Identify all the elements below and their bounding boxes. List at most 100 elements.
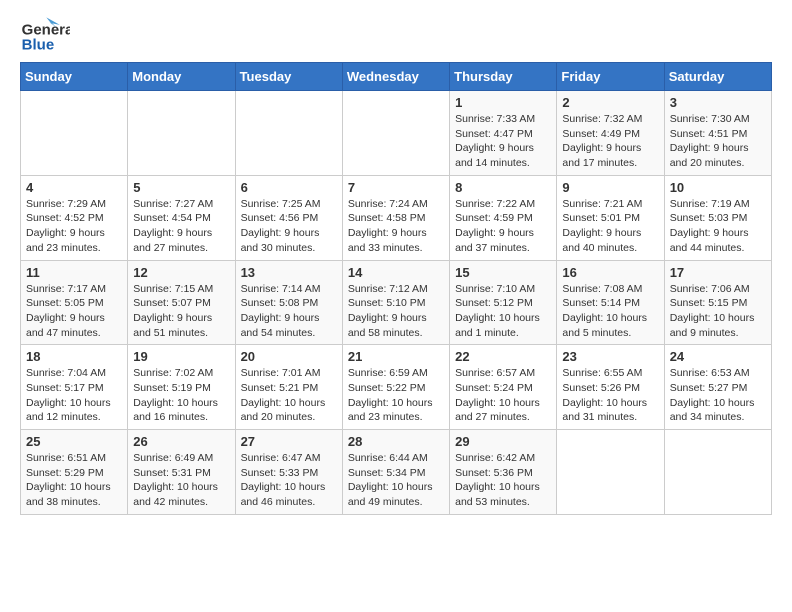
calendar-cell: 1 Sunrise: 7:33 AM Sunset: 4:47 PM Daylig… <box>450 91 557 176</box>
day-of-week-header: Tuesday <box>235 63 342 91</box>
logo: General Blue <box>20 16 70 56</box>
calendar-cell: 25Sunrise: 6:51 AM Sunset: 5:29 PM Dayli… <box>21 430 128 515</box>
calendar-cell: 12 Sunrise: 7:15 AM Sunset: 5:07 PM Dayli… <box>128 260 235 345</box>
calendar-cell: 20Sunrise: 7:01 AM Sunset: 5:21 PM Dayli… <box>235 345 342 430</box>
cell-detail: Sunrise: 7:29 AM Sunset: 4:52 PM Dayligh… <box>26 197 122 256</box>
calendar-cell: 22 Sunrise: 6:57 AM Sunset: 5:24 PM Dayli… <box>450 345 557 430</box>
calendar-cell <box>557 430 664 515</box>
calendar-cell: 24Sunrise: 6:53 AM Sunset: 5:27 PM Dayli… <box>664 345 771 430</box>
calendar-table: SundayMondayTuesdayWednesdayThursdayFrid… <box>20 62 772 515</box>
page-header: General Blue <box>20 16 772 56</box>
calendar-cell <box>664 430 771 515</box>
logo-icon: General Blue <box>20 16 70 56</box>
day-number: 6 <box>241 180 337 195</box>
calendar-cell: 15 Sunrise: 7:10 AM Sunset: 5:12 PM Dayli… <box>450 260 557 345</box>
calendar-cell: 16 Sunrise: 7:08 AM Sunset: 5:14 PM Dayli… <box>557 260 664 345</box>
calendar-cell: 23Sunrise: 6:55 AM Sunset: 5:26 PM Dayli… <box>557 345 664 430</box>
day-of-week-header: Saturday <box>664 63 771 91</box>
calendar-cell: 29 Sunrise: 6:42 AM Sunset: 5:36 PM Dayli… <box>450 430 557 515</box>
day-number: 11 <box>26 265 122 280</box>
calendar-cell: 13 Sunrise: 7:14 AM Sunset: 5:08 PM Dayli… <box>235 260 342 345</box>
calendar-cell: 26 Sunrise: 6:49 AM Sunset: 5:31 PM Dayli… <box>128 430 235 515</box>
calendar-cell: 11 Sunrise: 7:17 AM Sunset: 5:05 PM Dayli… <box>21 260 128 345</box>
calendar-cell: 9 Sunrise: 7:21 AM Sunset: 5:01 PM Daylig… <box>557 175 664 260</box>
day-number: 3 <box>670 95 766 110</box>
calendar-cell: 8 Sunrise: 7:22 AM Sunset: 4:59 PM Daylig… <box>450 175 557 260</box>
day-number: 14 <box>348 265 444 280</box>
day-number: 12 <box>133 265 229 280</box>
day-number: 1 <box>455 95 551 110</box>
cell-detail: Sunrise: 6:49 AM Sunset: 5:31 PM Dayligh… <box>133 451 229 510</box>
calendar-cell: 18Sunrise: 7:04 AM Sunset: 5:17 PM Dayli… <box>21 345 128 430</box>
cell-detail: Sunrise: 6:59 AM Sunset: 5:22 PM Dayligh… <box>348 366 444 425</box>
day-number: 21 <box>348 349 444 364</box>
calendar-cell <box>21 91 128 176</box>
day-number: 5 <box>133 180 229 195</box>
cell-detail: Sunrise: 7:25 AM Sunset: 4:56 PM Dayligh… <box>241 197 337 256</box>
cell-detail: Sunrise: 7:14 AM Sunset: 5:08 PM Dayligh… <box>241 282 337 341</box>
day-number: 4 <box>26 180 122 195</box>
calendar-cell: 27 Sunrise: 6:47 AM Sunset: 5:33 PM Dayli… <box>235 430 342 515</box>
day-number: 18 <box>26 349 122 364</box>
calendar-cell: 14Sunrise: 7:12 AM Sunset: 5:10 PM Dayli… <box>342 260 449 345</box>
day-of-week-header: Monday <box>128 63 235 91</box>
cell-detail: Sunrise: 6:53 AM Sunset: 5:27 PM Dayligh… <box>670 366 766 425</box>
day-number: 10 <box>670 180 766 195</box>
cell-detail: Sunrise: 7:19 AM Sunset: 5:03 PM Dayligh… <box>670 197 766 256</box>
day-number: 15 <box>455 265 551 280</box>
cell-detail: Sunrise: 7:33 AM Sunset: 4:47 PM Dayligh… <box>455 112 551 171</box>
day-number: 13 <box>241 265 337 280</box>
day-number: 8 <box>455 180 551 195</box>
calendar-week-row: 25Sunrise: 6:51 AM Sunset: 5:29 PM Dayli… <box>21 430 772 515</box>
calendar-cell: 28 Sunrise: 6:44 AM Sunset: 5:34 PM Dayli… <box>342 430 449 515</box>
cell-detail: Sunrise: 7:08 AM Sunset: 5:14 PM Dayligh… <box>562 282 658 341</box>
days-of-week-row: SundayMondayTuesdayWednesdayThursdayFrid… <box>21 63 772 91</box>
day-number: 20 <box>241 349 337 364</box>
cell-detail: Sunrise: 6:44 AM Sunset: 5:34 PM Dayligh… <box>348 451 444 510</box>
calendar-week-row: 4 Sunrise: 7:29 AM Sunset: 4:52 PM Daylig… <box>21 175 772 260</box>
calendar-cell: 19 Sunrise: 7:02 AM Sunset: 5:19 PM Dayli… <box>128 345 235 430</box>
cell-detail: Sunrise: 6:51 AM Sunset: 5:29 PM Dayligh… <box>26 451 122 510</box>
calendar-cell: 4 Sunrise: 7:29 AM Sunset: 4:52 PM Daylig… <box>21 175 128 260</box>
day-number: 2 <box>562 95 658 110</box>
day-number: 22 <box>455 349 551 364</box>
cell-detail: Sunrise: 6:42 AM Sunset: 5:36 PM Dayligh… <box>455 451 551 510</box>
day-of-week-header: Thursday <box>450 63 557 91</box>
cell-detail: Sunrise: 6:57 AM Sunset: 5:24 PM Dayligh… <box>455 366 551 425</box>
day-of-week-header: Wednesday <box>342 63 449 91</box>
day-number: 28 <box>348 434 444 449</box>
calendar-body: 1 Sunrise: 7:33 AM Sunset: 4:47 PM Daylig… <box>21 91 772 515</box>
calendar-header: SundayMondayTuesdayWednesdayThursdayFrid… <box>21 63 772 91</box>
calendar-cell: 7Sunrise: 7:24 AM Sunset: 4:58 PM Daylig… <box>342 175 449 260</box>
calendar-cell: 5Sunrise: 7:27 AM Sunset: 4:54 PM Daylig… <box>128 175 235 260</box>
cell-detail: Sunrise: 7:06 AM Sunset: 5:15 PM Dayligh… <box>670 282 766 341</box>
cell-detail: Sunrise: 7:15 AM Sunset: 5:07 PM Dayligh… <box>133 282 229 341</box>
cell-detail: Sunrise: 6:47 AM Sunset: 5:33 PM Dayligh… <box>241 451 337 510</box>
calendar-cell: 17 Sunrise: 7:06 AM Sunset: 5:15 PM Dayli… <box>664 260 771 345</box>
calendar-cell: 6 Sunrise: 7:25 AM Sunset: 4:56 PM Daylig… <box>235 175 342 260</box>
cell-detail: Sunrise: 7:32 AM Sunset: 4:49 PM Dayligh… <box>562 112 658 171</box>
cell-detail: Sunrise: 7:17 AM Sunset: 5:05 PM Dayligh… <box>26 282 122 341</box>
day-of-week-header: Friday <box>557 63 664 91</box>
calendar-week-row: 11 Sunrise: 7:17 AM Sunset: 5:05 PM Dayli… <box>21 260 772 345</box>
day-number: 9 <box>562 180 658 195</box>
day-number: 27 <box>241 434 337 449</box>
day-number: 16 <box>562 265 658 280</box>
calendar-week-row: 1 Sunrise: 7:33 AM Sunset: 4:47 PM Daylig… <box>21 91 772 176</box>
cell-detail: Sunrise: 7:10 AM Sunset: 5:12 PM Dayligh… <box>455 282 551 341</box>
calendar-cell <box>342 91 449 176</box>
day-number: 26 <box>133 434 229 449</box>
day-number: 17 <box>670 265 766 280</box>
day-number: 29 <box>455 434 551 449</box>
calendar-cell <box>235 91 342 176</box>
day-of-week-header: Sunday <box>21 63 128 91</box>
day-number: 19 <box>133 349 229 364</box>
cell-detail: Sunrise: 7:02 AM Sunset: 5:19 PM Dayligh… <box>133 366 229 425</box>
cell-detail: Sunrise: 7:21 AM Sunset: 5:01 PM Dayligh… <box>562 197 658 256</box>
cell-detail: Sunrise: 7:30 AM Sunset: 4:51 PM Dayligh… <box>670 112 766 171</box>
cell-detail: Sunrise: 7:22 AM Sunset: 4:59 PM Dayligh… <box>455 197 551 256</box>
calendar-cell: 3 Sunrise: 7:30 AM Sunset: 4:51 PM Daylig… <box>664 91 771 176</box>
cell-detail: Sunrise: 6:55 AM Sunset: 5:26 PM Dayligh… <box>562 366 658 425</box>
calendar-cell: 2 Sunrise: 7:32 AM Sunset: 4:49 PM Daylig… <box>557 91 664 176</box>
calendar-cell: 21 Sunrise: 6:59 AM Sunset: 5:22 PM Dayli… <box>342 345 449 430</box>
